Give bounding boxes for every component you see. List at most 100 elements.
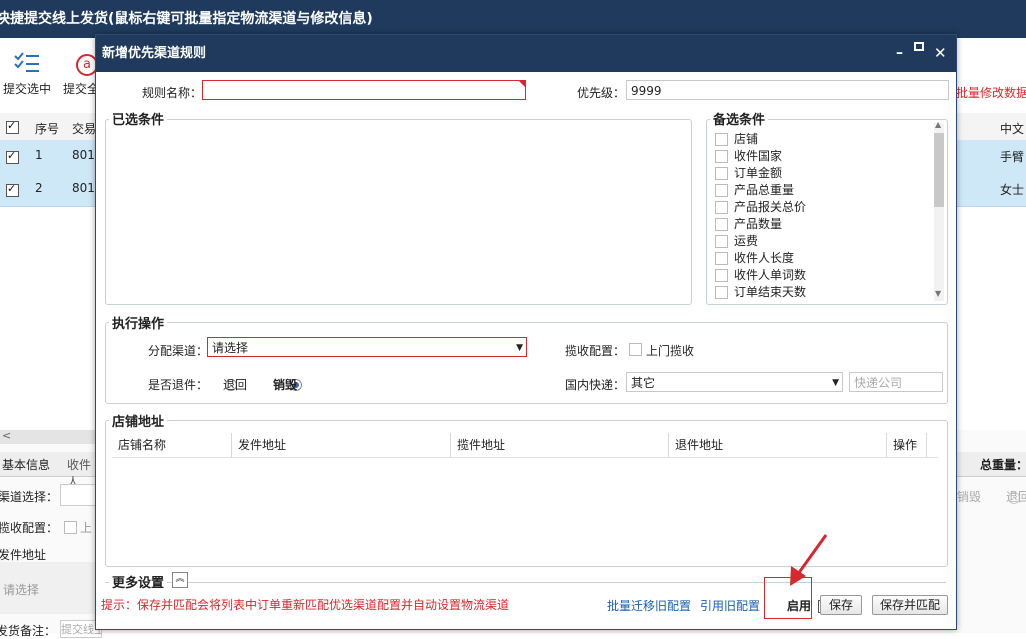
save-button[interactable]: 保存 [820,595,862,615]
rule-name-label: 规则名称： [142,86,203,100]
condition-label: 产品总重量 [734,183,795,197]
condition-checkbox[interactable] [715,269,728,282]
col-cn: 中文 [1000,122,1025,136]
selected-conditions-legend: 已选条件 [109,109,168,128]
row-checkbox[interactable] [6,149,19,164]
select-placeholder: 请选择 [3,583,40,597]
submit-selected-button[interactable]: 提交选中 [3,80,51,97]
condition-item[interactable]: 收件人单词数 [715,266,806,283]
condition-item[interactable]: 产品报关总价 [715,198,806,215]
courier-company-input[interactable]: 快递公司 [849,372,943,392]
horizontal-scrollbar[interactable]: < [0,429,100,444]
scroll-down-icon[interactable]: ▼ [935,289,941,298]
condition-checkbox[interactable] [715,133,728,146]
row-trade: 801 [72,181,95,195]
domestic-courier-select[interactable]: 其它 ▼ [626,372,843,392]
assign-channel-select[interactable]: 请选择 ▼ [207,337,527,357]
row-checkbox[interactable] [6,182,19,197]
return-option-label: 退回 [223,378,248,392]
submit-all-button[interactable]: 提交全 [63,80,99,97]
save-match-button[interactable]: 保存并匹配 [872,595,948,615]
sender-select[interactable]: 请选择 [0,562,100,614]
condition-checkbox[interactable] [715,150,728,163]
condition-item[interactable]: 产品数量 [715,215,782,232]
condition-item[interactable]: 运费 [715,232,758,249]
hint-text: 提示：保存并匹配会将列表中订单重新匹配优选渠道配置并自动设置物流渠道 [101,598,510,612]
pickup-config-label: 揽收配置： [565,344,626,358]
condition-item[interactable]: 订单金额 [715,164,782,181]
condition-item[interactable]: 收件人长度 [715,249,794,266]
condition-label: 运费 [734,234,759,248]
return-label: 是否退件： [148,378,209,392]
row-cn: 手臂 [1000,150,1025,164]
priority-input[interactable]: 9999 [626,80,949,100]
row-trade: 801 [72,148,95,162]
condition-checkbox[interactable] [715,167,728,180]
conditions-scrollbar[interactable]: ▲ ▼ [934,120,944,301]
tab-basic[interactable]: 基本信息 [2,456,50,473]
scrollbar-thumb[interactable] [934,133,944,207]
row-cn: 女士 [1000,183,1025,197]
door-pickup-checkbox[interactable] [629,343,642,356]
select-all-checkbox[interactable] [6,119,19,134]
channel-label: 渠道选择： [0,490,59,504]
scroll-left-icon[interactable]: < [2,429,11,442]
domestic-courier-label: 国内快递： [565,378,626,392]
col-store-name: 店铺名称 [112,433,232,457]
enable-label: 启用 [787,599,812,613]
dialog-title: 新增优先渠道规则 [102,46,207,61]
condition-item[interactable]: 产品总重量 [715,181,794,198]
selected-conditions-box[interactable] [105,119,692,305]
minimize-button[interactable]: – [0,0,1012,38]
domestic-courier-value: 其它 [631,376,656,390]
condition-label: 收件人长度 [734,251,795,265]
pickup-checkbox[interactable] [64,521,77,534]
condition-label: 收件国家 [734,149,783,163]
condition-label: 订单金额 [734,166,783,180]
condition-label: 收件人单词数 [734,268,807,282]
optional-conditions-legend: 备选条件 [710,109,769,128]
row-index: 1 [35,148,43,162]
total-weight-label: 总重量： [980,458,1026,472]
remark-label: 发货备注： [0,624,57,638]
maximize-icon[interactable] [914,42,924,51]
store-table-header: 店铺名称 发件地址 揽件地址 退件地址 操作 [112,433,938,458]
sender-label: 发件地址 [0,548,47,562]
store-address-legend: 店铺地址 [109,411,168,430]
condition-label: 产品数量 [734,217,783,231]
dropdown-arrow-icon[interactable]: ▼ [832,373,839,393]
expand-chevron-icon[interactable]: ︽ [172,572,188,588]
condition-checkbox[interactable] [715,201,728,214]
rule-name-input[interactable] [202,80,526,100]
reference-old-link[interactable]: 引用旧配置 [700,597,760,614]
condition-label: 订单结束天数 [734,285,807,299]
dropdown-arrow-icon[interactable]: ▼ [516,338,523,358]
row-index: 2 [35,181,43,195]
pickup-label: 揽收配置： [0,521,59,535]
list-check-icon [14,52,40,74]
condition-item[interactable]: 订单结束天数 [715,283,806,300]
close-icon[interactable]: ✕ [934,35,947,72]
assign-channel-value: 请选择 [212,341,249,355]
execute-operation-legend: 执行操作 [109,313,168,332]
col-return-address: 退件地址 [669,433,887,457]
condition-item[interactable]: 店铺 [715,130,758,147]
col-pickup-address: 揽件地址 [451,433,669,457]
condition-checkbox[interactable] [715,218,728,231]
return-option: 退回 [1006,490,1026,504]
condition-checkbox[interactable] [715,184,728,197]
condition-checkbox[interactable] [715,286,728,299]
batch-modify-link[interactable]: 批量修改数据 [956,84,1026,101]
priority-label: 优先级： [577,86,626,100]
destroy-option: 销毁 [957,490,982,504]
required-marker-icon [519,81,525,87]
batch-migrate-link[interactable]: 批量迁移旧配置 [607,597,691,614]
more-settings-legend: 更多设置 [109,572,168,591]
condition-checkbox[interactable] [715,235,728,248]
condition-item[interactable]: 收件国家 [715,147,782,164]
destroy-option-label: 销毁 [273,378,298,392]
minimize-icon[interactable]: – [896,35,903,72]
condition-checkbox[interactable] [715,252,728,265]
scroll-up-icon[interactable]: ▲ [935,120,941,129]
app-titlebar: 快捷提交线上发货(鼠标右键可批量指定物流渠道与修改信息) – [0,0,1026,38]
